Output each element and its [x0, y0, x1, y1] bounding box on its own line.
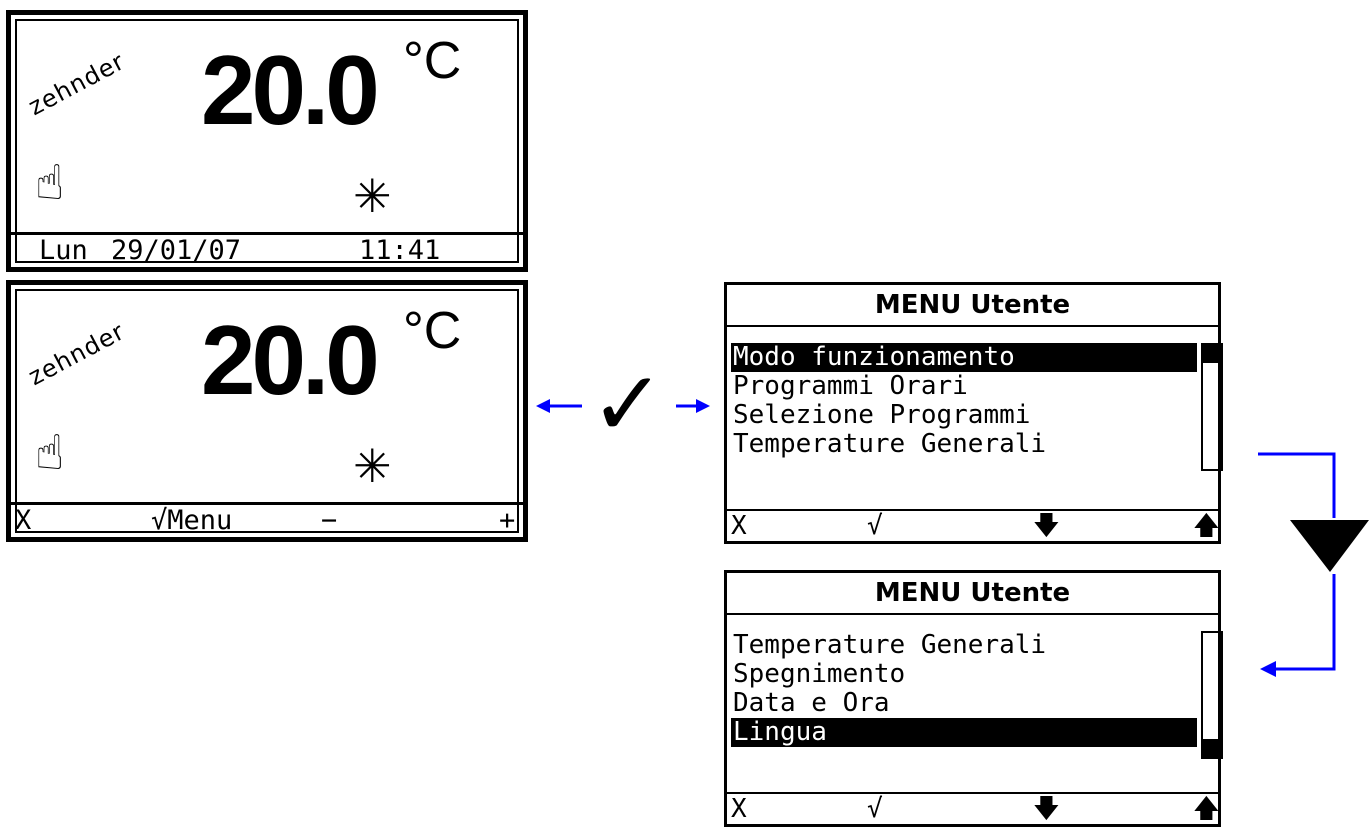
ok-softkey[interactable]: √: [867, 794, 883, 824]
temperature-unit: °C: [403, 32, 462, 90]
up-arrow-icon[interactable]: 🡅: [1193, 511, 1220, 541]
up-arrow-icon[interactable]: 🡅: [1193, 794, 1220, 824]
scrollbar[interactable]: [1201, 631, 1223, 759]
home-screen-softkeys: zehnder 20.0 °C ☝ ✳ X √Menu − +: [6, 280, 528, 542]
date-time-bar: Lun 29/01/07 11:41: [11, 232, 523, 267]
menu-item[interactable]: Spegnimento: [731, 660, 1197, 689]
minus-softkey[interactable]: −: [321, 505, 337, 537]
menu-item[interactable]: Temperature Generali: [731, 430, 1197, 459]
cancel-softkey[interactable]: X: [731, 511, 747, 541]
menu-item[interactable]: Modo funzionamento: [731, 343, 1197, 372]
snowflake-icon: ✳: [353, 439, 392, 493]
date-label: 29/01/07: [111, 235, 242, 266]
down-arrow-icon[interactable]: 🡇: [1033, 794, 1060, 824]
temperature-unit: °C: [403, 302, 462, 360]
hand-pointer-icon: ☝: [35, 155, 65, 211]
confirm-check-icon: ✓: [590, 352, 666, 457]
day-label: Lun: [39, 235, 88, 266]
scrollbar-thumb[interactable]: [1203, 345, 1221, 363]
menu-title: MENU Utente: [727, 573, 1218, 615]
menu-item[interactable]: Programmi Orari: [731, 372, 1197, 401]
user-menu-page-2: MENU Utente Temperature Generali Spegnim…: [724, 570, 1223, 827]
down-arrow-icon[interactable]: 🡇: [1033, 511, 1060, 541]
temperature-value: 20.0: [201, 35, 380, 145]
snowflake-icon: ✳: [353, 169, 392, 223]
softkey-bar: X √ 🡇 🡅: [727, 509, 1220, 541]
menu-list: Temperature Generali Spegnimento Data e …: [731, 631, 1197, 747]
menu-title: MENU Utente: [727, 285, 1218, 327]
scroll-down-arrow-icon: [1258, 452, 1369, 677]
temperature-value: 20.0: [201, 305, 380, 415]
softkey-bar: X √Menu − +: [11, 502, 523, 537]
home-screen-datetime: zehnder 20.0 °C ☝ ✳ Lun 29/01/07 11:41: [6, 10, 528, 272]
left-arrow-icon: [536, 399, 582, 413]
menu-softkey[interactable]: √Menu: [151, 505, 232, 537]
scrollbar-thumb[interactable]: [1203, 739, 1221, 757]
cancel-softkey[interactable]: X: [731, 794, 747, 824]
cancel-softkey[interactable]: X: [15, 505, 31, 537]
menu-item[interactable]: Selezione Programmi: [731, 401, 1197, 430]
menu-list: Modo funzionamento Programmi Orari Selez…: [731, 343, 1197, 459]
scrollbar[interactable]: [1201, 343, 1223, 471]
plus-softkey[interactable]: +: [499, 505, 515, 537]
menu-item[interactable]: Temperature Generali: [731, 631, 1197, 660]
right-arrow-icon: [676, 399, 710, 413]
softkey-bar: X √ 🡇 🡅: [727, 792, 1220, 824]
hand-pointer-icon: ☝: [35, 425, 65, 481]
ok-softkey[interactable]: √: [867, 511, 883, 541]
user-menu-page-1: MENU Utente Modo funzionamento Programmi…: [724, 282, 1223, 544]
time-label: 11:41: [359, 235, 441, 266]
menu-item[interactable]: Lingua: [731, 718, 1197, 747]
menu-item[interactable]: Data e Ora: [731, 689, 1197, 718]
